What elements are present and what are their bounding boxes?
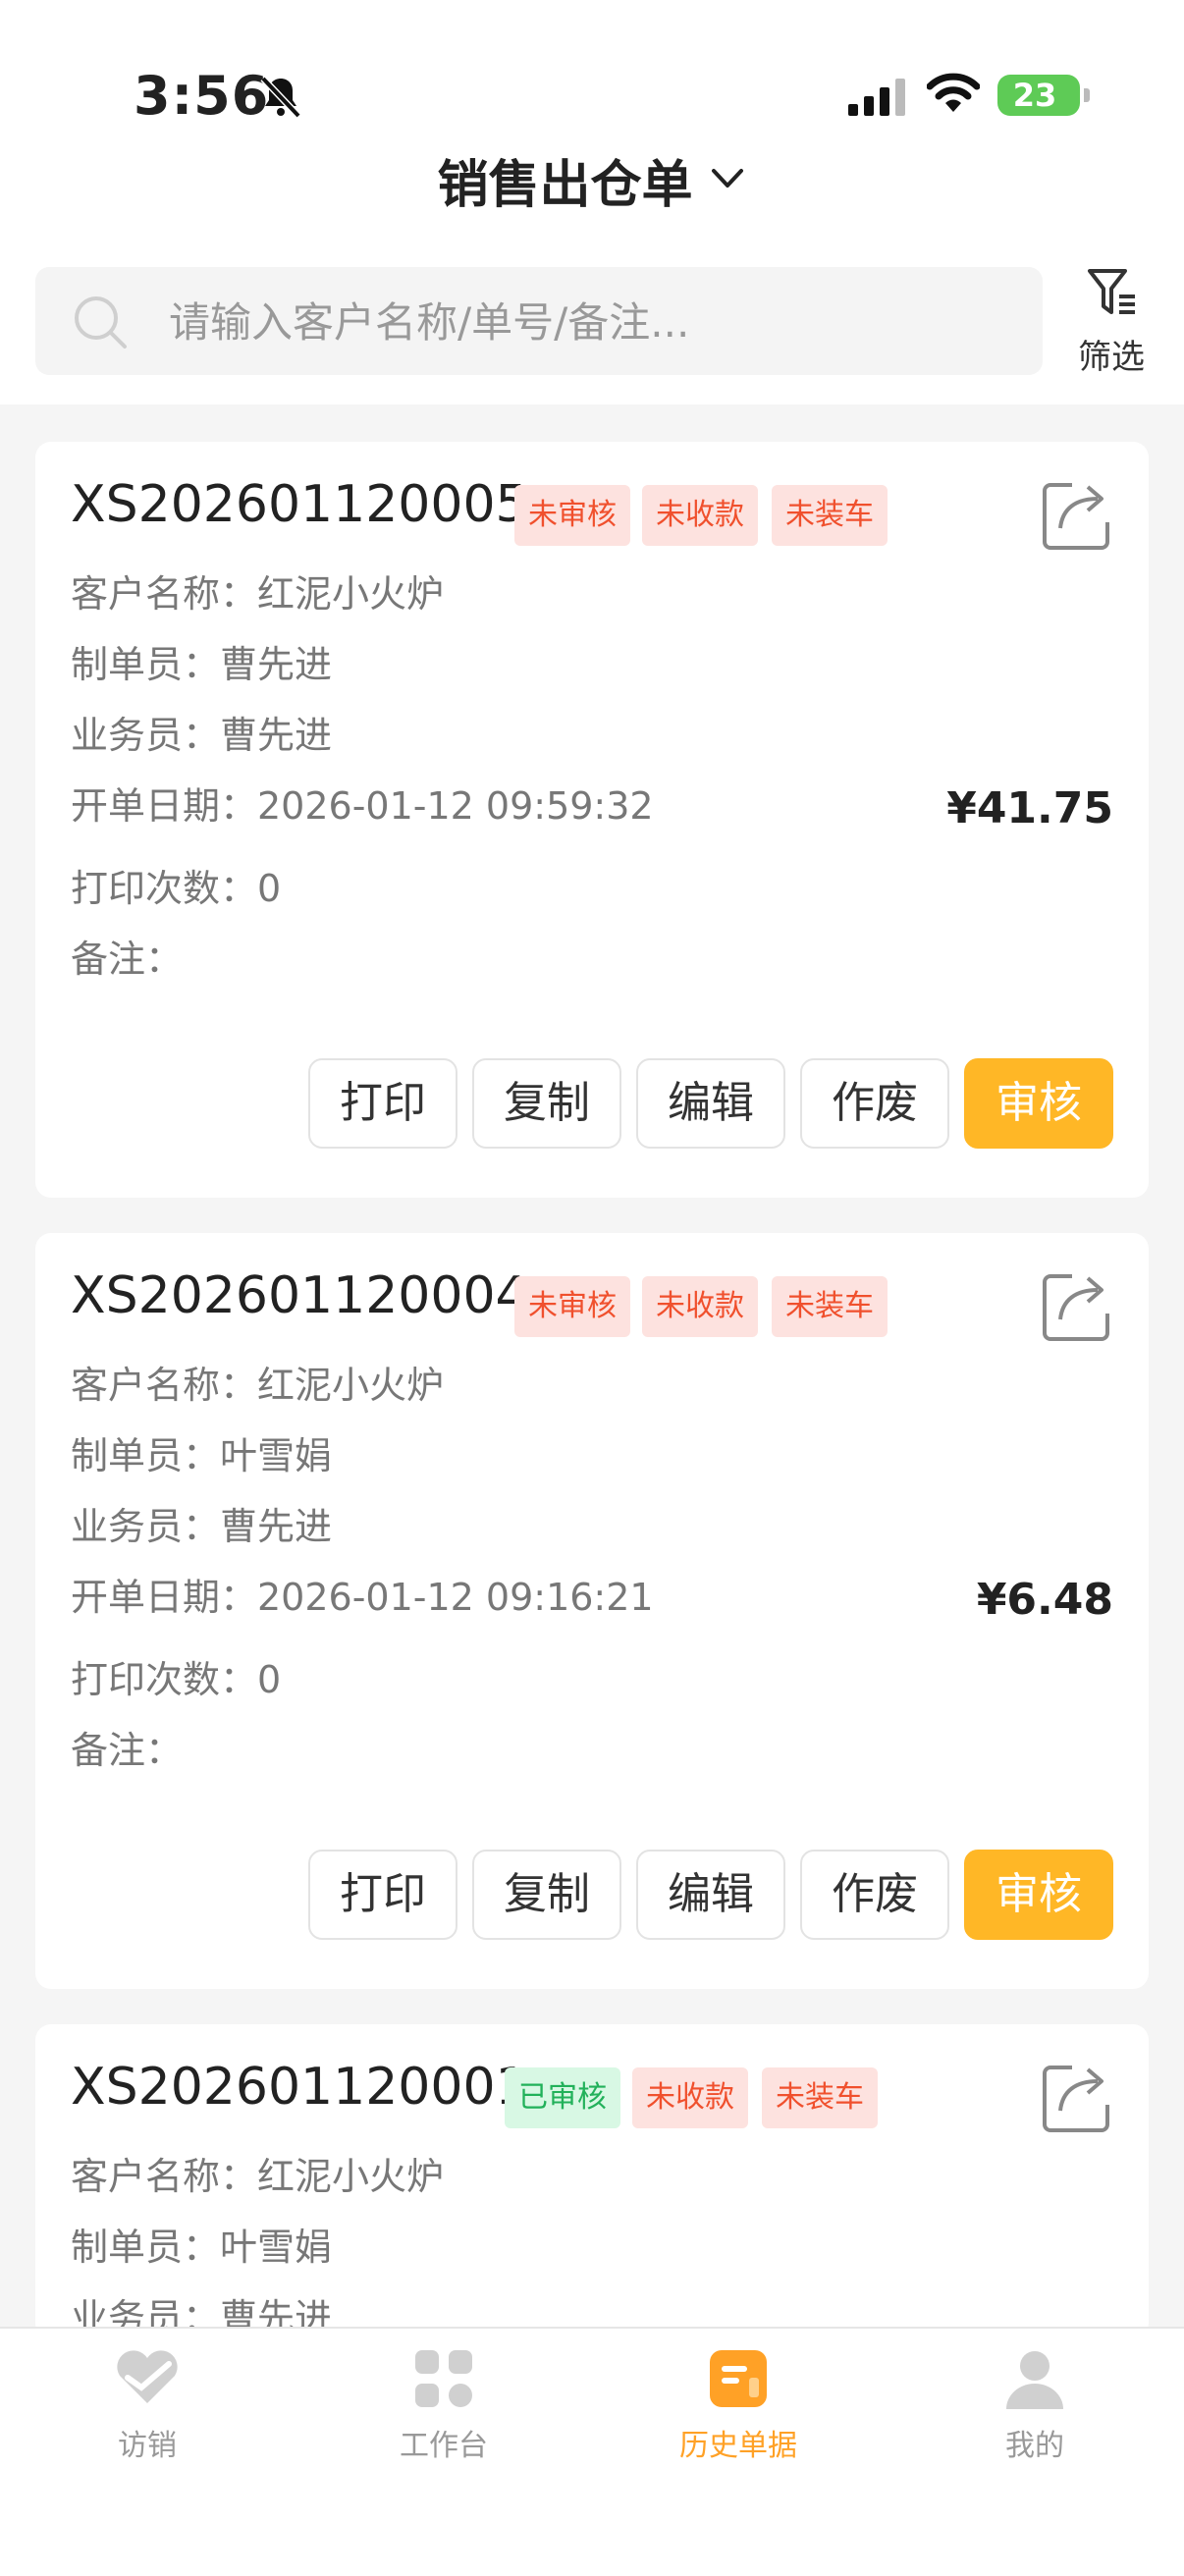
field-date: 开单日期：2026-01-12 09:59:32	[71, 784, 654, 828]
edit-button[interactable]: 编辑	[636, 1850, 785, 1940]
status-badge-loading: 未装车	[762, 2067, 878, 2128]
tab-label: 我的	[1005, 2429, 1064, 2463]
order-number: XS202601120004	[71, 1266, 528, 1325]
filter-label: 筛选	[1078, 338, 1145, 377]
history-docs-icon	[708, 2350, 769, 2413]
share-icon[interactable]	[1039, 2060, 1115, 2140]
search-icon	[71, 293, 130, 355]
filter-icon	[1084, 269, 1139, 326]
order-card[interactable]: XS202601120005 未审核 未收款 未装车 客户名称：红泥小火炉 制单…	[35, 442, 1149, 1198]
tab-history-docs[interactable]: 历史单据	[640, 2348, 836, 2464]
visit-sales-icon	[112, 2350, 183, 2413]
order-number: XS202601120005	[71, 475, 528, 534]
print-button[interactable]: 打印	[308, 1850, 457, 1940]
field-remark: 备注：	[71, 1729, 184, 1772]
order-card[interactable]: XS202601120004 未审核 未收款 未装车 客户名称：红泥小火炉 制单…	[35, 1233, 1149, 1989]
copy-button[interactable]: 复制	[472, 1850, 621, 1940]
bell-muted-icon	[257, 73, 304, 124]
field-creator: 制单员：叶雪娟	[71, 1434, 333, 1477]
status-badge-payment: 未收款	[642, 1276, 758, 1337]
status-badge-payment: 未收款	[642, 485, 758, 546]
order-card[interactable]: XS202601120001 已审核 未收款 未装车 客户名称：红泥小火炉 制单…	[35, 2024, 1149, 2339]
print-button[interactable]: 打印	[308, 1058, 457, 1149]
share-icon[interactable]	[1039, 1268, 1115, 1349]
field-salesperson: 业务员：曹先进	[71, 714, 333, 757]
share-icon[interactable]	[1039, 477, 1115, 558]
tab-visit-sales[interactable]: 访销	[49, 2348, 245, 2464]
battery-level: 23	[1012, 77, 1057, 114]
status-badge-audit: 已审核	[505, 2067, 620, 2128]
void-button[interactable]: 作废	[800, 1850, 949, 1940]
search-bar[interactable]	[35, 267, 1043, 375]
field-creator: 制单员：叶雪娟	[71, 2226, 333, 2269]
field-customer: 客户名称：红泥小火炉	[71, 1364, 445, 1407]
void-button[interactable]: 作废	[800, 1058, 949, 1149]
field-print-count: 打印次数：0	[71, 867, 282, 910]
profile-icon	[1004, 2351, 1065, 2413]
order-amount: ¥6.48	[976, 1575, 1113, 1625]
workbench-icon	[413, 2350, 474, 2413]
field-creator: 制单员：曹先进	[71, 643, 333, 686]
chevron-down-icon	[708, 159, 747, 202]
page-title: 销售出仓单	[437, 156, 693, 215]
tab-profile[interactable]: 我的	[937, 2348, 1133, 2464]
page-title-dropdown[interactable]: 销售出仓单	[0, 143, 1184, 217]
field-print-count: 打印次数：0	[71, 1658, 282, 1701]
battery-indicator: 23	[997, 75, 1090, 116]
signal-icon	[848, 79, 907, 122]
tab-label: 工作台	[400, 2429, 488, 2463]
tab-label: 访销	[118, 2429, 177, 2463]
top-bar: 3:56 23 销售出仓单 请输入客户名称/单号/备注... 筛选	[0, 0, 1184, 404]
edit-button[interactable]: 编辑	[636, 1058, 785, 1149]
order-number: XS202601120001	[71, 2058, 528, 2117]
tab-workbench[interactable]: 工作台	[346, 2348, 542, 2464]
approve-button[interactable]: 审核	[964, 1058, 1113, 1149]
order-amount: ¥41.75	[946, 783, 1113, 833]
wifi-icon	[926, 73, 981, 120]
status-badge-loading: 未装车	[772, 485, 888, 546]
copy-button[interactable]: 复制	[472, 1058, 621, 1149]
field-customer: 客户名称：红泥小火炉	[71, 2155, 445, 2198]
field-date: 开单日期：2026-01-12 09:16:21	[71, 1576, 654, 1619]
field-remark: 备注：	[71, 938, 184, 981]
field-customer: 客户名称：红泥小火炉	[71, 572, 445, 616]
status-badge-loading: 未装车	[772, 1276, 888, 1337]
field-salesperson: 业务员：曹先进	[71, 1505, 333, 1548]
bottom-tab-bar: 访销 工作台 历史单据 我的	[0, 2327, 1184, 2576]
status-time: 3:56	[134, 65, 270, 127]
filter-button[interactable]: 筛选	[1072, 265, 1151, 377]
status-badge-payment: 未收款	[632, 2067, 748, 2128]
status-badge-audit: 未审核	[514, 1276, 630, 1337]
status-badge-audit: 未审核	[514, 485, 630, 546]
tab-label: 历史单据	[679, 2429, 797, 2463]
approve-button[interactable]: 审核	[964, 1850, 1113, 1940]
search-input[interactable]	[167, 287, 1015, 357]
